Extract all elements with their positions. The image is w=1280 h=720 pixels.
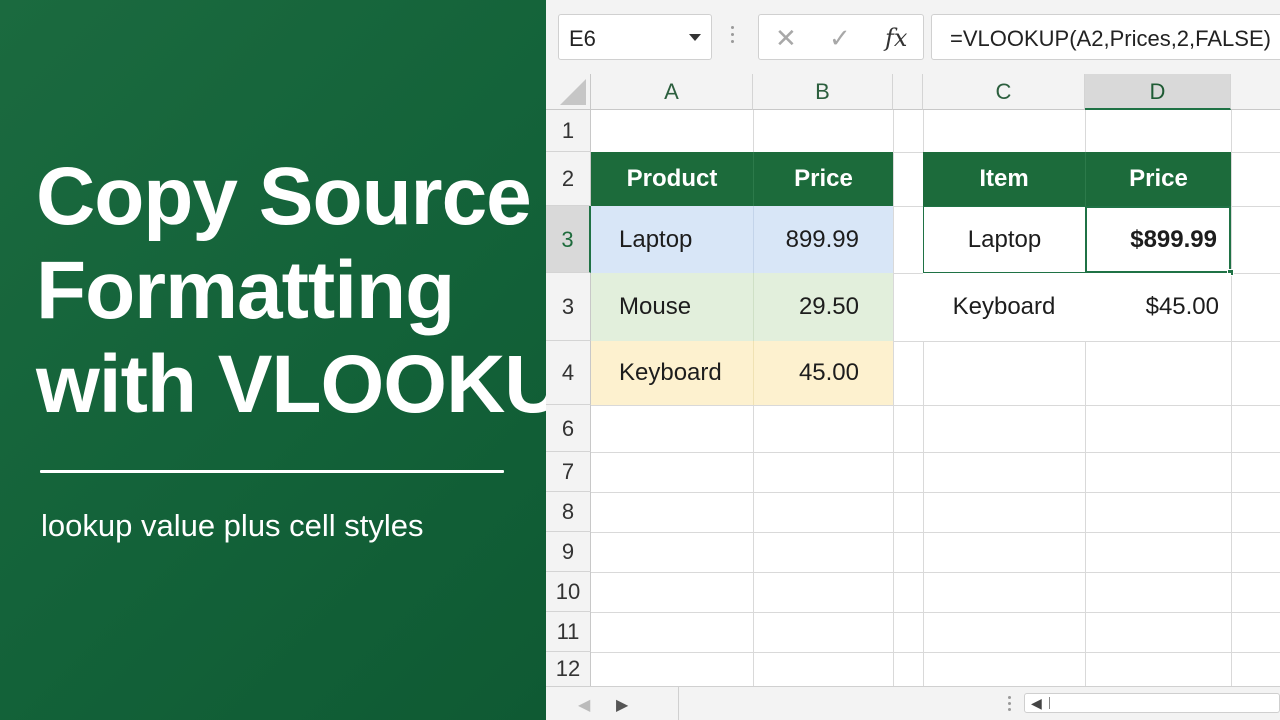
name-box[interactable]: E6 [558, 14, 712, 60]
gridline [591, 532, 1280, 533]
scroll-left-icon[interactable]: ◀ [1031, 695, 1042, 712]
horizontal-scrollbar[interactable]: ◀ [1024, 693, 1280, 713]
gridline [893, 110, 894, 686]
row-header-3[interactable]: 3 [546, 206, 591, 273]
row-header-8[interactable]: 8 [546, 492, 591, 532]
formula-buttons: ✕ ✓ fx [758, 14, 924, 60]
row-header-9[interactable]: 9 [546, 532, 591, 572]
hero-title-line-2: Formatting [36, 245, 455, 336]
row-header-11[interactable]: 11 [546, 612, 591, 652]
drag-handle-icon[interactable] [731, 26, 735, 48]
hero-panel: Copy Source Formatting with VLOOKUP look… [0, 0, 617, 720]
row-header-6[interactable]: 6 [546, 405, 591, 452]
row-header-10[interactable]: 10 [546, 572, 591, 612]
select-all-button[interactable] [546, 74, 591, 110]
lookup-cell-price[interactable]: $45.00 [1085, 273, 1231, 341]
column-header-c[interactable]: C [923, 74, 1085, 110]
gridline [1231, 110, 1232, 686]
source-header-price[interactable]: Price [753, 152, 893, 206]
lookup-header-price[interactable]: Price [1085, 152, 1231, 206]
gridline [591, 452, 1280, 453]
insert-function-icon[interactable]: fx [885, 24, 907, 52]
hero-title-line-1: Copy Source [36, 151, 532, 242]
source-cell-price[interactable]: 45.00 [753, 341, 893, 405]
row-header-4[interactable]: 4 [546, 341, 591, 405]
row-header-12[interactable]: 12 [546, 652, 591, 686]
lookup-cell-item[interactable]: Laptop [923, 206, 1085, 273]
column-header-b[interactable]: B [753, 74, 893, 110]
source-cell-product[interactable]: Laptop [591, 206, 753, 273]
sheet-tab-bar: ◀ ▶ ◀ [546, 686, 1280, 720]
chevron-down-icon[interactable] [689, 34, 701, 41]
source-cell-product[interactable]: Keyboard [591, 341, 753, 405]
formula-bar[interactable]: =VLOOKUP(A2,Prices,2,FALSE) [931, 14, 1280, 60]
gridline [591, 652, 1280, 653]
row-header-3b[interactable]: 3 [546, 273, 591, 341]
source-cell-product[interactable]: Mouse [591, 273, 753, 341]
row-header-1[interactable]: 1 [546, 110, 591, 152]
lookup-cell-item[interactable]: Keyboard [923, 273, 1085, 341]
column-header-e[interactable] [1231, 74, 1280, 110]
previous-sheet-icon[interactable]: ◀ [578, 695, 590, 715]
next-sheet-icon[interactable]: ▶ [616, 695, 628, 715]
column-header-gap[interactable] [893, 74, 923, 110]
formula-text: =VLOOKUP(A2,Prices,2,FALSE) [950, 26, 1271, 51]
scroll-thumb[interactable] [1049, 697, 1050, 709]
column-header-a[interactable]: A [591, 74, 753, 110]
lookup-header-item[interactable]: Item [923, 152, 1085, 206]
lookup-cell-price-selected[interactable]: $899.99 [1085, 206, 1231, 273]
column-header-d[interactable]: D [1085, 74, 1231, 110]
name-box-value: E6 [569, 26, 596, 51]
row-header-7[interactable]: 7 [546, 452, 591, 492]
gridline [591, 492, 1280, 493]
hero-subtitle: lookup value plus cell styles [41, 508, 424, 543]
hero-title: Copy Source Formatting with VLOOKUP [36, 150, 617, 432]
worksheet-grid: A B C D 1 2 3 3 4 6 7 8 9 10 11 12 Produ… [546, 74, 1280, 686]
gridline [591, 572, 1280, 573]
source-header-product[interactable]: Product [591, 152, 753, 206]
gridline [591, 405, 1280, 406]
spreadsheet-window: E6 ✕ ✓ fx =VLOOKUP(A2,Prices,2,FALSE) A … [546, 0, 1280, 720]
gridline [591, 612, 1280, 613]
source-cell-price[interactable]: 29.50 [753, 273, 893, 341]
drag-handle-icon[interactable] [1008, 696, 1011, 714]
enter-icon[interactable]: ✓ [829, 23, 851, 54]
cancel-icon[interactable]: ✕ [775, 23, 797, 54]
divider [678, 687, 679, 720]
hero-title-line-3: with VLOOKUP [36, 339, 617, 430]
hero-divider [40, 470, 504, 473]
source-cell-price[interactable]: 899.99 [753, 206, 893, 273]
row-header-2[interactable]: 2 [546, 152, 591, 206]
